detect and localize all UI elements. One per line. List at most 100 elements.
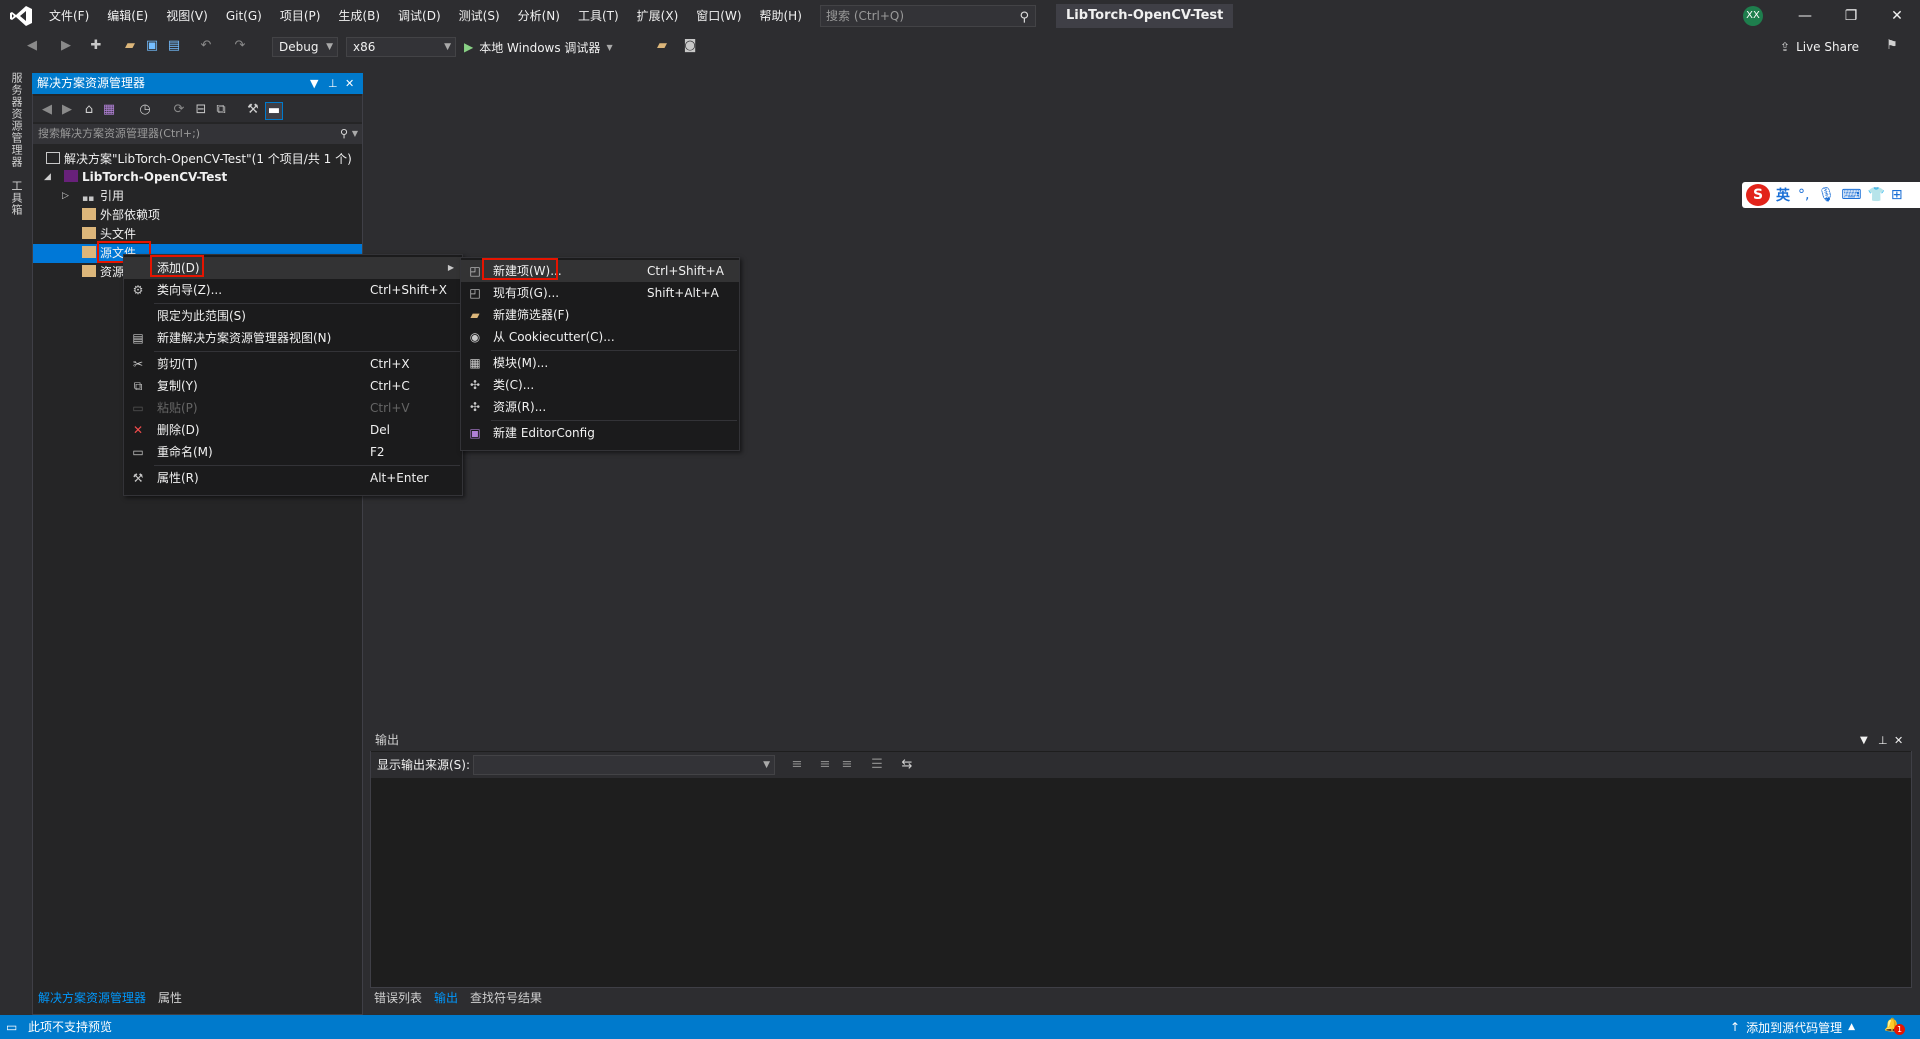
next-message-icon[interactable]: ≡ bbox=[839, 757, 855, 773]
restore-button[interactable]: ❐ bbox=[1828, 0, 1874, 32]
menu-item-cut[interactable]: ✂ 剪切(T) Ctrl+X bbox=[124, 353, 462, 375]
find-message-icon[interactable]: ≡ bbox=[789, 757, 805, 773]
pin-icon[interactable]: ⊥ bbox=[328, 73, 338, 94]
submenu-item-new-filter[interactable]: ▰ 新建筛选器(F) bbox=[461, 304, 739, 326]
submenu-item-cookiecutter[interactable]: ◉ 从 Cookiecutter(C)... bbox=[461, 326, 739, 348]
new-item-icon: ◰ bbox=[469, 264, 481, 278]
close-window-button[interactable]: ✕ bbox=[1874, 0, 1920, 32]
menu-item-rename-label: 重命名(M) bbox=[157, 445, 213, 459]
toolbox-grid-icon[interactable]: ⊞ bbox=[1891, 187, 1903, 203]
title-bar: 文件(F) 编辑(E) 视图(V) Git(G) 项目(P) 生成(B) 调试(… bbox=[0, 0, 1920, 32]
forward-icon[interactable]: ▶ bbox=[58, 38, 74, 54]
solution-explorer-search-input[interactable]: 搜索解决方案资源管理器(Ctrl+;) ⚲ ▼ bbox=[33, 124, 362, 144]
submenu-item-class[interactable]: ✣ 类(C)... bbox=[461, 374, 739, 396]
tree-resource-files[interactable]: 资源 bbox=[82, 263, 124, 282]
tab-output[interactable]: 输出 bbox=[434, 988, 458, 1008]
menu-view[interactable]: 视图(V) bbox=[157, 0, 217, 32]
expand-arrow-icon[interactable]: ▷ bbox=[62, 191, 69, 201]
home-icon[interactable]: ⌂ bbox=[81, 102, 97, 118]
microphone-icon[interactable]: 🎙 bbox=[1817, 187, 1835, 203]
toolbox-tab[interactable]: 工具箱 bbox=[8, 180, 24, 216]
show-all-files-icon[interactable]: ⧉ bbox=[213, 102, 229, 118]
collapse-arrow-icon[interactable]: ◢ bbox=[44, 172, 51, 182]
save-all-icon[interactable]: ▤ bbox=[166, 38, 182, 54]
avatar[interactable]: XX bbox=[1743, 6, 1763, 26]
new-project-icon[interactable]: ✚ bbox=[88, 38, 104, 54]
pin-icon[interactable]: ⊥ bbox=[1878, 730, 1888, 751]
menu-help[interactable]: 帮助(H) bbox=[751, 0, 811, 32]
menu-project[interactable]: 项目(P) bbox=[271, 0, 330, 32]
menu-extensions[interactable]: 扩展(X) bbox=[628, 0, 688, 32]
previous-message-icon[interactable]: ≡ bbox=[817, 757, 833, 773]
platform-select[interactable]: x86 ▼ bbox=[346, 37, 456, 57]
panel-menu-icon[interactable]: ▼ bbox=[1860, 730, 1868, 751]
tab-find-symbol-results[interactable]: 查找符号结果 bbox=[470, 988, 542, 1008]
menu-item-rename[interactable]: ▭ 重命名(M) F2 bbox=[124, 441, 462, 463]
back-icon[interactable]: ◀ bbox=[24, 38, 40, 54]
feedback-icon[interactable]: ⚑ bbox=[1884, 38, 1900, 54]
menu-tools[interactable]: 工具(T) bbox=[569, 0, 628, 32]
tab-error-list[interactable]: 错误列表 bbox=[374, 988, 422, 1008]
submenu-item-resource[interactable]: ✣ 资源(R)... bbox=[461, 396, 739, 418]
folder-view-icon[interactable]: ▰ bbox=[654, 38, 670, 54]
keyboard-icon[interactable]: ⌨ bbox=[1841, 187, 1861, 203]
tree-project[interactable]: LibTorch-OpenCV-Test bbox=[64, 168, 227, 187]
properties-icon[interactable]: ⚒ bbox=[245, 102, 261, 118]
submenu-item-editorconfig[interactable]: ▣ 新建 EditorConfig bbox=[461, 422, 739, 444]
output-source-select[interactable]: ▼ bbox=[473, 755, 775, 775]
live-share-button[interactable]: ⇪ Live Share bbox=[1780, 38, 1859, 56]
save-icon[interactable]: ▣ bbox=[144, 38, 160, 54]
global-search-input[interactable]: 搜索 (Ctrl+Q) ⚲ bbox=[820, 5, 1036, 27]
menu-item-class-wizard[interactable]: ⚙ 类向导(Z)... Ctrl+Shift+X bbox=[124, 279, 462, 301]
close-panel-icon[interactable]: ✕ bbox=[345, 73, 354, 94]
menu-analyze[interactable]: 分析(N) bbox=[509, 0, 569, 32]
submenu-item-existing-item[interactable]: ◰ 现有项(G)... Shift+Alt+A bbox=[461, 282, 739, 304]
configuration-select[interactable]: Debug ▼ bbox=[272, 37, 338, 57]
menu-item-scope-to-this[interactable]: 限定为此范围(S) bbox=[124, 305, 462, 327]
server-explorer-tab[interactable]: 服务器资源管理器 bbox=[8, 72, 24, 168]
tree-references[interactable]: ▪▪ 引用 bbox=[82, 187, 124, 206]
ime-mode[interactable]: 英 bbox=[1776, 185, 1790, 205]
word-wrap-icon[interactable]: ⇆ bbox=[899, 757, 915, 773]
collapse-all-icon[interactable]: ⊟ bbox=[193, 102, 209, 118]
menu-item-delete[interactable]: ✕ 删除(D) Del bbox=[124, 419, 462, 441]
menu-edit[interactable]: 编辑(E) bbox=[98, 0, 157, 32]
open-folder-icon[interactable]: ▰ bbox=[122, 38, 138, 54]
close-panel-icon[interactable]: ✕ bbox=[1894, 730, 1903, 751]
menu-git[interactable]: Git(G) bbox=[217, 0, 271, 32]
punctuation-icon[interactable]: °, bbox=[1798, 187, 1809, 203]
menu-window[interactable]: 窗口(W) bbox=[687, 0, 750, 32]
menu-item-new-solution-view[interactable]: ▤ 新建解决方案资源管理器视图(N) bbox=[124, 327, 462, 349]
tab-properties[interactable]: 属性 bbox=[158, 988, 182, 1008]
start-debugging-button[interactable]: ▶ 本地 Windows 调试器 ▼ bbox=[464, 38, 613, 56]
tree-external-deps[interactable]: 外部依赖项 bbox=[82, 206, 160, 225]
menu-item-properties[interactable]: ⚒ 属性(R) Alt+Enter bbox=[124, 467, 462, 489]
forward-icon[interactable]: ▶ bbox=[59, 102, 75, 118]
minimize-button[interactable]: — bbox=[1782, 0, 1828, 32]
preview-selected-icon[interactable]: ▬ bbox=[265, 102, 283, 120]
sync-icon[interactable]: ⟳ bbox=[171, 102, 187, 118]
skin-icon[interactable]: 👕 bbox=[1867, 187, 1884, 203]
menu-item-paste-shortcut: Ctrl+V bbox=[370, 401, 410, 415]
clear-all-icon[interactable]: ☰ bbox=[869, 757, 885, 773]
menu-build[interactable]: 生成(B) bbox=[329, 0, 389, 32]
undo-icon[interactable]: ↶ bbox=[198, 38, 214, 54]
menu-file[interactable]: 文件(F) bbox=[40, 0, 98, 32]
back-icon[interactable]: ◀ bbox=[39, 102, 55, 118]
pending-changes-icon[interactable]: ◷ bbox=[137, 102, 153, 118]
add-to-source-control-button[interactable]: ↑ 添加到源代码管理 ▲ bbox=[1730, 1015, 1855, 1039]
submenu-item-module[interactable]: ▦ 模块(M)... bbox=[461, 352, 739, 374]
switch-views-icon[interactable]: ▦ bbox=[101, 102, 117, 118]
solution-explorer-toolbar: ◀ ▶ ⌂ ▦ ◷ ⟳ ⊟ ⧉ ⚒ ▬ bbox=[33, 96, 362, 122]
tab-solution-explorer[interactable]: 解决方案资源管理器 bbox=[38, 988, 146, 1008]
notifications-button[interactable]: 🔔 1 bbox=[1884, 1018, 1905, 1036]
menu-item-copy[interactable]: ⧉ 复制(Y) Ctrl+C bbox=[124, 375, 462, 397]
menu-test[interactable]: 测试(S) bbox=[450, 0, 509, 32]
highlight-box-new-item bbox=[482, 258, 558, 280]
tree-solution[interactable]: 解决方案"LibTorch-OpenCV-Test"(1 个项目/共 1 个) bbox=[46, 150, 352, 169]
screenshot-icon[interactable]: ◙ bbox=[682, 38, 698, 54]
live-share-label: Live Share bbox=[1796, 40, 1860, 54]
panel-menu-icon[interactable]: ▼ bbox=[310, 73, 318, 94]
redo-icon[interactable]: ↷ bbox=[232, 38, 248, 54]
menu-debug[interactable]: 调试(D) bbox=[389, 0, 450, 32]
